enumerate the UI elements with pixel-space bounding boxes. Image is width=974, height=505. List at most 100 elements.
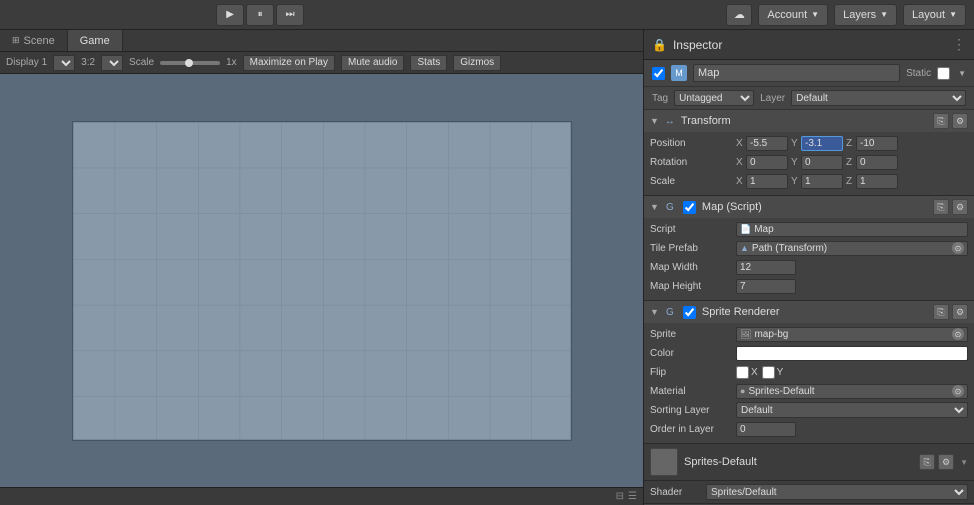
tag-select[interactable]: Untagged <box>674 90 754 106</box>
flip-y-label: Y <box>777 367 784 378</box>
sprite-renderer-enabled-checkbox[interactable] <box>683 306 696 319</box>
layout-dropdown[interactable]: Layout ▼ <box>903 4 966 26</box>
flip-y-item: Y <box>762 366 784 379</box>
ratio-select[interactable] <box>101 55 123 71</box>
transform-component: ▼ ↔ Transform ⎘ ⚙ Position X <box>644 110 974 196</box>
sprites-menu-btn[interactable]: ⚙ <box>938 454 954 470</box>
rot-y-item: Y <box>791 155 843 170</box>
game-tab-label: Game <box>80 35 110 47</box>
pause-button[interactable]: ⏸ <box>246 4 274 26</box>
display-select[interactable] <box>53 55 75 71</box>
rot-z-input[interactable] <box>856 155 898 170</box>
layer-select[interactable]: Default <box>791 90 966 106</box>
sprites-name: Sprites-Default <box>684 456 913 468</box>
transform-icon: ↔ <box>663 114 677 128</box>
color-row: Color <box>650 344 968 362</box>
pos-y-input[interactable] <box>801 136 843 151</box>
script-value-field[interactable]: 📄 Map <box>736 222 968 237</box>
tab-bar: ⊞ Scene Game <box>0 30 643 52</box>
sprite-renderer-buttons: ⎘ ⚙ <box>933 304 968 320</box>
pos-x-input[interactable] <box>746 136 788 151</box>
rot-y-input[interactable] <box>801 155 843 170</box>
sprites-default-icon <box>650 448 678 476</box>
sprite-renderer-menu-btn[interactable]: ⚙ <box>952 304 968 320</box>
flip-x-item: X <box>736 366 758 379</box>
inspector-title: Inspector <box>673 38 722 52</box>
static-checkbox[interactable] <box>937 67 950 80</box>
scale-y-input[interactable] <box>801 174 843 189</box>
sprite-renderer-header[interactable]: ▼ G Sprite Renderer ⎘ ⚙ <box>644 301 974 323</box>
material-icon: ● <box>740 386 745 396</box>
order-input[interactable] <box>736 422 796 437</box>
tab-scene[interactable]: ⊞ Scene <box>0 30 68 51</box>
map-width-input[interactable] <box>736 260 796 275</box>
play-button[interactable]: ▶ <box>216 4 244 26</box>
maximize-button[interactable]: Maximize on Play <box>243 55 335 71</box>
tile-prefab-value: Path (Transform) <box>752 243 827 254</box>
tag-layer-row: Tag Untagged Layer Default <box>644 87 974 110</box>
shader-label: Shader <box>650 487 700 498</box>
color-swatch[interactable] <box>736 346 968 361</box>
sprite-icon: 🖼 <box>740 329 751 340</box>
map-script-copy-btn[interactable]: ⎘ <box>933 199 949 215</box>
sprite-select-btn[interactable]: ⊙ <box>952 328 964 340</box>
object-name-input[interactable] <box>693 64 900 82</box>
pos-x-label: X <box>736 138 744 149</box>
sprites-copy-btn[interactable]: ⎘ <box>919 454 935 470</box>
sprite-label: Sprite <box>650 329 732 340</box>
scale-y-item: Y <box>791 174 843 189</box>
map-script-header[interactable]: ▼ G Map (Script) ⎘ ⚙ <box>644 196 974 218</box>
scale-x-input[interactable] <box>746 174 788 189</box>
scale-slider[interactable] <box>160 61 220 65</box>
sprite-renderer-fields: Sprite 🖼 map-bg ⊙ Color <box>644 323 974 443</box>
scale-z-input[interactable] <box>856 174 898 189</box>
inspector-menu-icon[interactable]: ⋮ <box>952 36 966 53</box>
tab-game[interactable]: Game <box>68 30 123 51</box>
map-script-buttons: ⎘ ⚙ <box>933 199 968 215</box>
inspector-scroll[interactable]: M Static ▼ Tag Untagged Layer Default <box>644 60 974 505</box>
tile-prefab-field[interactable]: ▲ Path (Transform) ⊙ <box>736 241 968 256</box>
tile-prefab-select-btn[interactable]: ⊙ <box>952 242 964 254</box>
transform-header[interactable]: ▼ ↔ Transform ⎘ ⚙ <box>644 110 974 132</box>
stats-button[interactable]: Stats <box>410 55 447 71</box>
material-field[interactable]: ● Sprites-Default ⊙ <box>736 384 968 399</box>
mute-button[interactable]: Mute audio <box>341 55 404 71</box>
left-panel: ⊞ Scene Game Display 1 3:2 Scale 1x Maxi… <box>0 30 644 505</box>
layout-arrow-icon: ▼ <box>949 10 957 19</box>
material-select-btn[interactable]: ⊙ <box>952 385 964 397</box>
rot-x-input[interactable] <box>746 155 788 170</box>
right-panel: 🔒 Inspector ⋮ M Static ▼ Tag Untagged La… <box>644 30 974 505</box>
layers-dropdown[interactable]: Layers ▼ <box>834 4 897 26</box>
step-button[interactable]: ⏭ <box>276 4 304 26</box>
gizmos-button[interactable]: Gizmos <box>453 55 501 71</box>
sorting-layer-select[interactable]: Default <box>736 402 968 418</box>
transform-copy-btn[interactable]: ⎘ <box>933 113 949 129</box>
object-active-checkbox[interactable] <box>652 67 665 80</box>
map-script-menu-btn[interactable]: ⚙ <box>952 199 968 215</box>
layer-label: Layer <box>760 93 785 104</box>
map-height-input[interactable] <box>736 279 796 294</box>
bottom-strip: ⊟ ☰ <box>0 487 643 505</box>
sprite-renderer-copy-btn[interactable]: ⎘ <box>933 304 949 320</box>
cloud-button[interactable]: ☁ <box>726 4 752 26</box>
flip-x-checkbox[interactable] <box>736 366 749 379</box>
map-script-component: ▼ G Map (Script) ⎘ ⚙ Script 📄 <box>644 196 974 301</box>
transform-menu-btn[interactable]: ⚙ <box>952 113 968 129</box>
layers-label: Layers <box>843 9 876 21</box>
map-script-enabled-checkbox[interactable] <box>683 201 696 214</box>
static-dropdown-icon[interactable]: ▼ <box>958 69 966 78</box>
sprite-renderer-title: Sprite Renderer <box>702 306 929 318</box>
sorting-layer-row: Sorting Layer Default <box>650 401 968 419</box>
map-height-row: Map Height <box>650 277 968 295</box>
sprite-row: Sprite 🖼 map-bg ⊙ <box>650 325 968 343</box>
bottom-icon-1: ⊟ <box>616 491 624 502</box>
account-dropdown[interactable]: Account ▼ <box>758 4 828 26</box>
sprites-collapse-icon[interactable]: ▼ <box>960 458 968 467</box>
transform-title: Transform <box>681 115 929 127</box>
flip-y-checkbox[interactable] <box>762 366 775 379</box>
game-viewport <box>0 74 643 487</box>
sprite-field[interactable]: 🖼 map-bg ⊙ <box>736 327 968 342</box>
pos-z-input[interactable] <box>856 136 898 151</box>
sprites-info: Sprites-Default <box>684 456 913 468</box>
shader-select[interactable]: Sprites/Default <box>706 484 968 500</box>
